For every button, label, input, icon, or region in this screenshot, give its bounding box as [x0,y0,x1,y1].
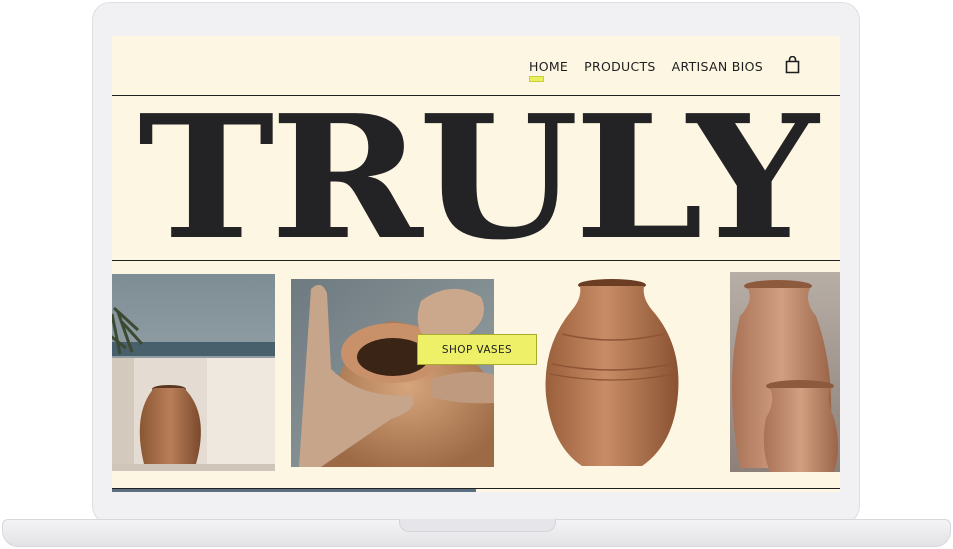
gallery-photo-amphora[interactable] [542,276,682,468]
divider-middle [112,260,840,261]
laptop-notch [399,519,556,532]
gallery-photo-potter-hands[interactable] [291,279,494,467]
gallery-photo-vase-pair[interactable] [730,272,840,472]
gallery-scroll-progress [112,489,476,492]
nav-artisan-bios[interactable]: ARTISAN BIOS [672,59,763,74]
hero-headline: TRULY [137,78,818,278]
shop-vases-button[interactable]: SHOP VASES [417,334,537,365]
gallery-photo-terrace-pot[interactable] [112,274,275,471]
nav-products[interactable]: PRODUCTS [584,59,656,74]
website-screen: HOME PRODUCTS ARTISAN BIOS TRULY SHOP VA… [112,36,840,492]
nav-home[interactable]: HOME [529,59,568,82]
